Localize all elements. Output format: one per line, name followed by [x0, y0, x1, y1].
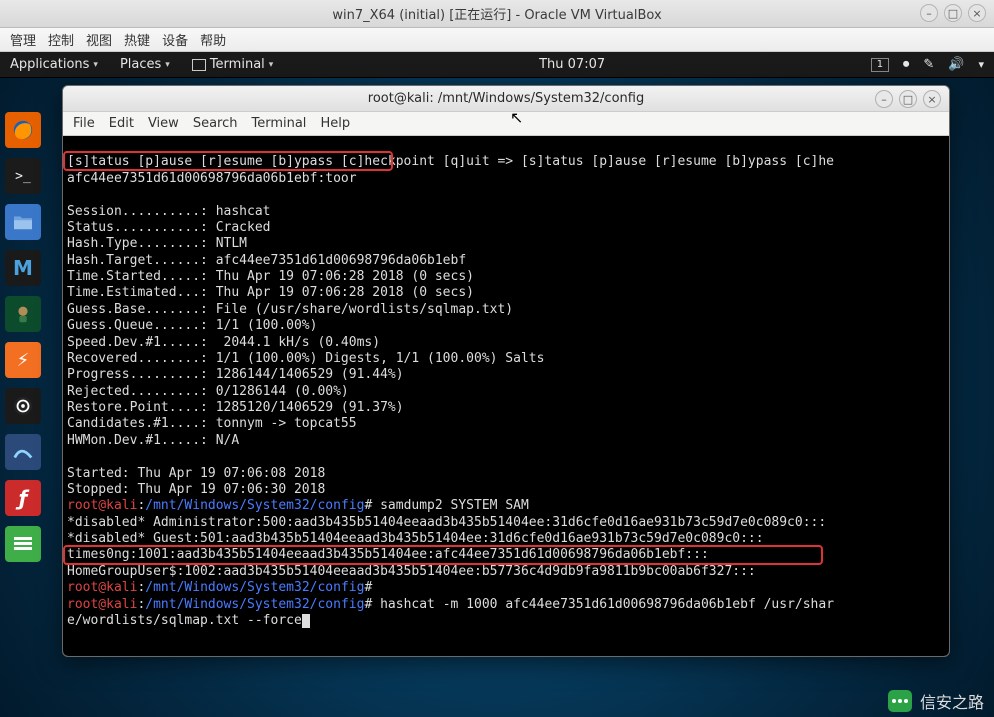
- term-line: Recovered........: 1/1 (100.00%) Digests…: [67, 351, 544, 366]
- term-line: Time.Estimated...: Thu Apr 19 07:06:28 2…: [67, 285, 474, 300]
- term-line: Restore.Point....: 1285120/1406529 (91.3…: [67, 400, 404, 415]
- term-line: Session..........: hashcat: [67, 204, 271, 219]
- kali-places-menu[interactable]: Places ▾: [120, 57, 170, 72]
- terminal-menubar: File Edit View Search Terminal Help: [63, 112, 949, 136]
- watermark: 信安之路: [888, 689, 984, 713]
- vm-display: Applications ▾ Places ▾ Terminal ▾ Thu 0…: [0, 52, 994, 717]
- kali-dock: >_ M ⚡ ƒ: [2, 112, 44, 562]
- prompt-cmd: samdump2 SYSTEM SAM: [372, 498, 529, 513]
- term-line: Status...........: Cracked: [67, 220, 271, 235]
- term-prompt-line: root@kali:/mnt/Windows/System32/config# …: [67, 498, 529, 513]
- terminal-menu-edit[interactable]: Edit: [109, 116, 134, 131]
- terminal-minimize-button[interactable]: –: [875, 90, 893, 108]
- prompt-path: /mnt/Windows/System32/config: [145, 580, 364, 595]
- terminal-title: root@kali: /mnt/Windows/System32/config: [368, 91, 644, 106]
- terminal-titlebar[interactable]: root@kali: /mnt/Windows/System32/config …: [63, 86, 949, 112]
- prompt-path: /mnt/Windows/System32/config: [145, 597, 364, 612]
- watermark-text: 信安之路: [920, 689, 984, 713]
- term-line: e/wordlists/sqlmap.txt --force: [67, 613, 310, 628]
- term-line: Candidates.#1....: tonnym -> topcat55: [67, 416, 357, 431]
- terminal-menu-view[interactable]: View: [148, 116, 179, 131]
- prompt-path: /mnt/Windows/System32/config: [145, 498, 364, 513]
- terminal-menu-file[interactable]: File: [73, 116, 95, 131]
- host-maximize-button[interactable]: □: [944, 4, 962, 22]
- term-line: Hash.Target......: afc44ee7351d61d006987…: [67, 253, 466, 268]
- terminal-menu-search[interactable]: Search: [193, 116, 238, 131]
- terminal-menu-terminal[interactable]: Terminal: [251, 116, 306, 131]
- prompt-user: root@kali: [67, 498, 137, 513]
- term-line: Started: Thu Apr 19 07:06:08 2018: [67, 466, 325, 481]
- host-menu-devices[interactable]: 设备: [162, 30, 188, 49]
- term-line: Guess.Base.......: File (/usr/share/word…: [67, 302, 513, 317]
- term-prompt-line: root@kali:/mnt/Windows/System32/config# …: [67, 597, 834, 612]
- volume-icon[interactable]: 🔊: [948, 57, 964, 72]
- firefox-icon[interactable]: [5, 112, 41, 148]
- settings-icon[interactable]: ✎: [923, 57, 934, 72]
- term-line: Hash.Type........: NTLM: [67, 236, 247, 251]
- kali-applications-menu[interactable]: Applications ▾: [10, 57, 98, 72]
- chevron-down-icon: ▾: [165, 60, 170, 70]
- prompt-user: root@kali: [67, 580, 137, 595]
- term-line: Stopped: Thu Apr 19 07:06:30 2018: [67, 482, 325, 497]
- term-line: Progress.........: 1286144/1406529 (91.4…: [67, 367, 404, 382]
- term-line: Rejected.........: 0/1286144 (0.00%): [67, 384, 349, 399]
- host-menu-hotkey[interactable]: 热键: [124, 30, 150, 49]
- record-icon[interactable]: ⏺: [903, 57, 910, 72]
- prompt-user: root@kali: [67, 597, 137, 612]
- virtualbox-title: win7_X64 (initial) [正在运行] - Oracle VM Vi…: [332, 4, 661, 23]
- kali-topbar: Applications ▾ Places ▾ Terminal ▾ Thu 0…: [0, 52, 994, 78]
- term-line: times0ng:1001:aad3b435b51404eeaad3b435b5…: [67, 547, 709, 562]
- term-line: afc44ee7351d61d00698796da06b1ebf:toor: [67, 171, 357, 186]
- terminal-body[interactable]: [s]tatus [p]ause [r]esume [b]ypass [c]he…: [63, 136, 949, 656]
- term-line: HomeGroupUser$:1002:aad3b435b51404eeaad3…: [67, 564, 756, 579]
- term-line: Speed.Dev.#1.....: 2044.1 kH/s (0.40ms): [67, 335, 380, 350]
- term-line: *disabled* Administrator:500:aad3b435b51…: [67, 515, 826, 530]
- term-line: HWMon.Dev.#1.....: N/A: [67, 433, 239, 448]
- kali-terminal-taskbar[interactable]: Terminal ▾: [192, 57, 273, 72]
- chevron-down-icon: ▾: [269, 60, 274, 70]
- term-line: *disabled* Guest:501:aad3b435b51404eeaad…: [67, 531, 764, 546]
- host-menu-view[interactable]: 视图: [86, 30, 112, 49]
- virtualbox-menubar: 管理 控制 视图 热键 设备 帮助: [0, 28, 994, 52]
- virtualbox-titlebar: win7_X64 (initial) [正在运行] - Oracle VM Vi…: [0, 0, 994, 28]
- wechat-icon: [888, 690, 912, 712]
- host-menu-control[interactable]: 控制: [48, 30, 74, 49]
- armitage-icon[interactable]: [5, 296, 41, 332]
- terminal-dock-icon[interactable]: >_: [5, 158, 41, 194]
- power-menu-icon[interactable]: ▾: [978, 58, 984, 71]
- terminal-cursor: [302, 614, 310, 628]
- term-line: Time.Started.....: Thu Apr 19 07:06:28 2…: [67, 269, 474, 284]
- terminal-icon: [192, 59, 206, 71]
- term-line: [s]tatus [p]ause [r]esume [b]ypass [c]he…: [67, 154, 834, 169]
- files-icon[interactable]: [5, 204, 41, 240]
- terminal-close-button[interactable]: ×: [923, 90, 941, 108]
- ruby-icon[interactable]: ƒ: [5, 480, 41, 516]
- app-icon[interactable]: [5, 526, 41, 562]
- metasploit-icon[interactable]: M: [5, 250, 41, 286]
- term-line: Guess.Queue......: 1/1 (100.00%): [67, 318, 317, 333]
- chevron-down-icon: ▾: [93, 60, 98, 70]
- host-menu-help[interactable]: 帮助: [200, 30, 226, 49]
- host-minimize-button[interactable]: –: [920, 4, 938, 22]
- burp-icon[interactable]: ⚡: [5, 342, 41, 378]
- workspace-indicator[interactable]: 1: [871, 58, 889, 72]
- prompt-cmd: hashcat -m 1000 afc44ee7351d61d00698796d…: [372, 597, 834, 612]
- host-close-button[interactable]: ×: [968, 4, 986, 22]
- kali-clock[interactable]: Thu 07:07: [539, 57, 605, 72]
- terminal-window: root@kali: /mnt/Windows/System32/config …: [62, 85, 950, 657]
- wireshark-icon[interactable]: [5, 434, 41, 470]
- host-menu-manage[interactable]: 管理: [10, 30, 36, 49]
- obs-icon[interactable]: [5, 388, 41, 424]
- terminal-maximize-button[interactable]: □: [899, 90, 917, 108]
- term-prompt-line: root@kali:/mnt/Windows/System32/config#: [67, 580, 372, 595]
- terminal-menu-help[interactable]: Help: [320, 116, 350, 131]
